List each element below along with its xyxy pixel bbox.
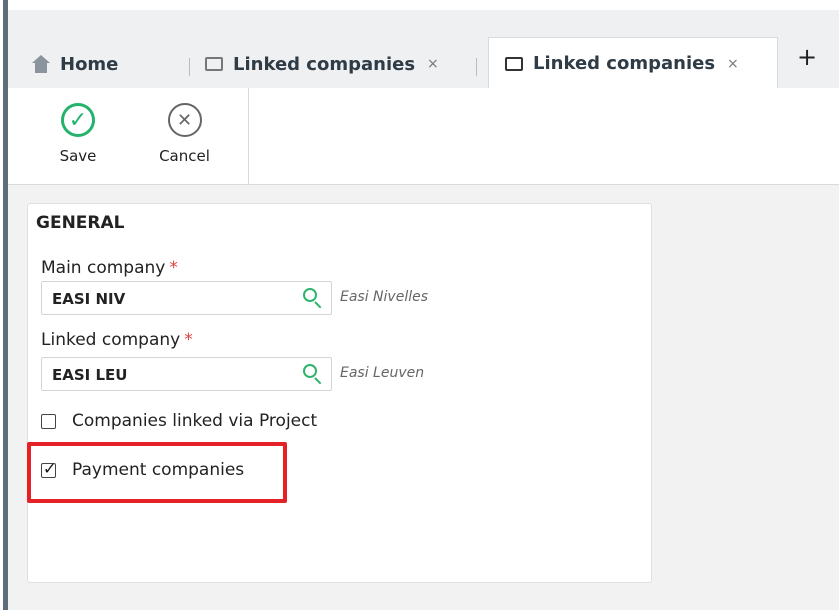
add-tab-button[interactable]: + <box>797 43 817 71</box>
main-company-value: EASI NIV <box>52 290 126 308</box>
linked-company-label-text: Linked company <box>41 330 181 350</box>
toolbar <box>8 88 839 185</box>
left-edge-cover <box>0 0 3 610</box>
tab-home[interactable]: Home <box>32 39 118 89</box>
main-company-hint: Easi Nivelles <box>340 289 429 305</box>
window-icon <box>505 56 523 71</box>
tab-linked-companies-2-label: Linked companies <box>533 53 716 74</box>
tab-linked-companies-2[interactable]: Linked companies × <box>488 37 778 89</box>
companies-linked-via-project-label: Companies linked via Project <box>72 411 318 431</box>
companies-linked-via-project-checkbox[interactable] <box>41 413 56 429</box>
cancel-button[interactable]: ✕ Cancel <box>147 103 222 165</box>
x-circle-icon: ✕ <box>167 103 202 137</box>
linked-company-hint: Easi Leuven <box>340 365 425 381</box>
required-marker: * <box>169 258 178 278</box>
tab-linked-companies-1-label: Linked companies <box>233 53 416 75</box>
search-icon[interactable] <box>303 364 323 385</box>
section-title: GENERAL <box>36 213 125 233</box>
main-company-label: Main company * <box>41 258 178 278</box>
linked-company-value: EASI LEU <box>52 366 128 384</box>
top-strip <box>0 0 839 10</box>
companies-linked-via-project-row[interactable]: Companies linked via Project <box>41 411 317 431</box>
required-marker: * <box>184 330 193 350</box>
tab-separator <box>476 58 477 76</box>
toolbar-separator <box>248 88 249 184</box>
tab-linked-companies-1[interactable]: Linked companies × <box>205 39 439 89</box>
window-icon <box>205 57 223 71</box>
close-icon[interactable]: × <box>427 56 439 72</box>
main-company-label-text: Main company <box>41 258 166 278</box>
tab-home-label: Home <box>60 53 119 75</box>
app-window: Home Linked companies × Linked companies… <box>0 0 839 610</box>
linked-company-label: Linked company * <box>41 330 193 350</box>
save-button[interactable]: ✓ Save <box>51 103 105 165</box>
highlight-box <box>27 442 287 503</box>
close-icon[interactable]: × <box>727 56 739 72</box>
save-label: Save <box>59 147 97 165</box>
search-icon[interactable] <box>303 288 323 309</box>
main-company-input[interactable]: EASI NIV <box>41 281 332 315</box>
home-icon <box>32 55 50 73</box>
check-circle-icon: ✓ <box>61 103 95 137</box>
tab-separator <box>189 58 190 76</box>
cancel-label: Cancel <box>159 147 210 165</box>
linked-company-input[interactable]: EASI LEU <box>41 357 332 391</box>
